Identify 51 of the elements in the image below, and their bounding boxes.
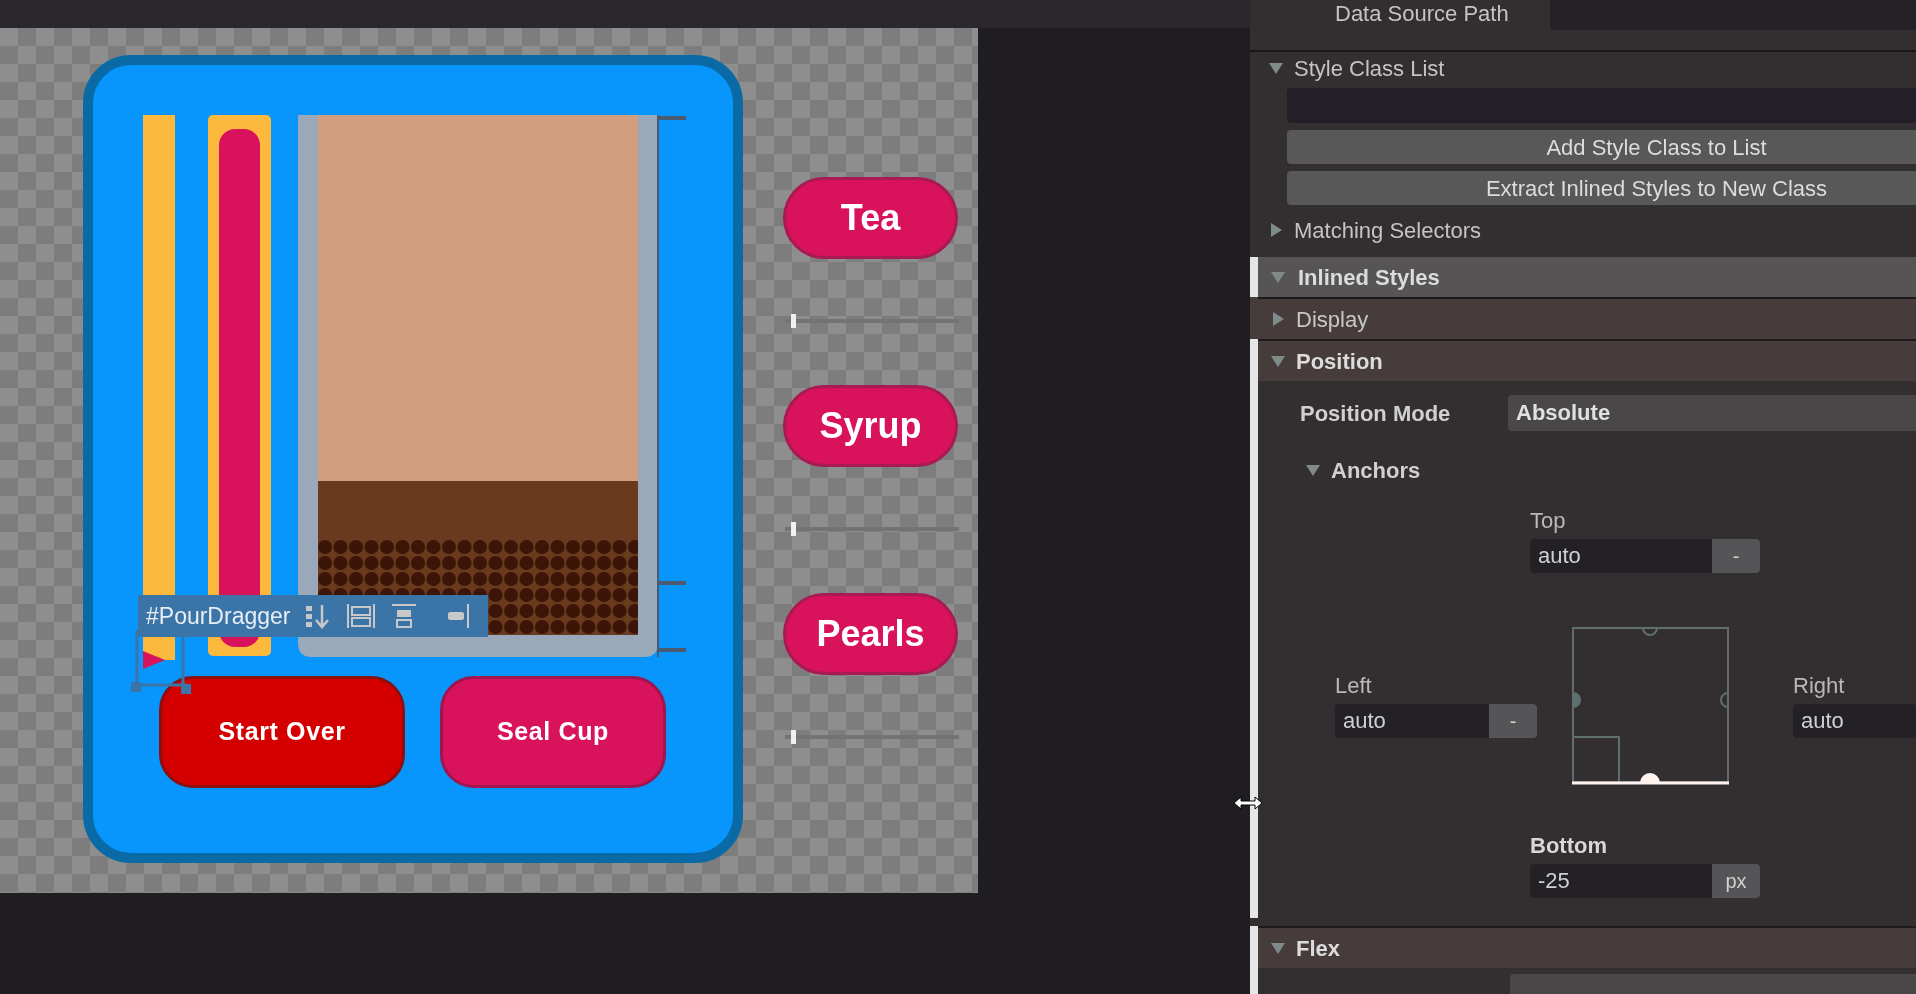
value-field[interactable]: auto - (1530, 539, 1760, 573)
align-top-icon[interactable] (390, 602, 419, 630)
value-field[interactable]: -25 px (1530, 864, 1760, 898)
anchors-title: Anchors (1331, 456, 1421, 485)
unit-button[interactable]: - (1712, 539, 1760, 573)
slider-thumb[interactable] (791, 522, 796, 536)
style-class-button[interactable]: Add Style Class to List (1287, 130, 1916, 164)
field-label: Left (1335, 674, 1373, 698)
field-label: Bottom (1530, 834, 1608, 858)
style-class-list-title: Style Class List (1294, 54, 1445, 83)
ingredient-button[interactable]: Tea (783, 177, 958, 259)
field-value: auto (1342, 707, 1387, 735)
field-label: Top (1530, 509, 1567, 533)
expanded-triangle-icon[interactable] (1305, 462, 1321, 478)
value-field[interactable]: auto - (1335, 704, 1537, 738)
position-mode-dropdown[interactable]: Absolute (1508, 395, 1916, 431)
section-title: Display (1296, 305, 1369, 334)
field-value: auto (1537, 542, 1582, 570)
slider-thumb[interactable] (791, 730, 796, 744)
ingredient-button[interactable]: Pearls (783, 593, 958, 675)
section-header[interactable]: Position (1258, 339, 1916, 381)
ingredient-button[interactable]: Syrup (783, 385, 958, 467)
section-marker (1250, 257, 1258, 297)
inlined-styles-header[interactable]: Inlined Styles (1250, 257, 1916, 297)
data-source-path-label: Data Source Path (1335, 0, 1510, 28)
style-class-button[interactable]: Extract Inlined Styles to New Class (1287, 171, 1916, 205)
value-field[interactable]: auto (1793, 704, 1916, 738)
start-over-button[interactable]: Start Over (159, 676, 405, 788)
position-mode-label: Position Mode (1300, 399, 1452, 428)
collapsed-triangle-icon[interactable] (1268, 222, 1284, 238)
stretch-icon[interactable] (346, 602, 377, 630)
slider-thumb[interactable] (791, 314, 796, 328)
matching-selectors-title: Matching Selectors (1294, 216, 1482, 245)
section-title: Position (1296, 347, 1383, 376)
section-title: Flex (1296, 934, 1341, 963)
expanded-triangle-icon[interactable] (1270, 353, 1286, 369)
unit-button[interactable]: px (1712, 864, 1760, 898)
expanded-triangle-icon[interactable] (1268, 60, 1284, 76)
resize-cursor-icon (1232, 795, 1264, 811)
pour-handle-icon[interactable] (143, 651, 165, 669)
field-label: Right (1793, 674, 1846, 698)
inlined-styles-title: Inlined Styles (1298, 263, 1440, 292)
field-value: -25 (1537, 867, 1571, 895)
seal-cup-button[interactable]: Seal Cup (440, 676, 666, 788)
expanded-triangle-icon[interactable] (1270, 940, 1286, 956)
section-header[interactable]: Flex (1258, 926, 1916, 968)
anchor-diagram[interactable] (1572, 627, 1730, 785)
unit-button[interactable]: - (1489, 704, 1537, 738)
expanded-triangle-icon[interactable] (1270, 269, 1286, 285)
element-name: #PourDragger (146, 601, 291, 631)
collapsed-triangle-icon[interactable] (1270, 311, 1286, 327)
